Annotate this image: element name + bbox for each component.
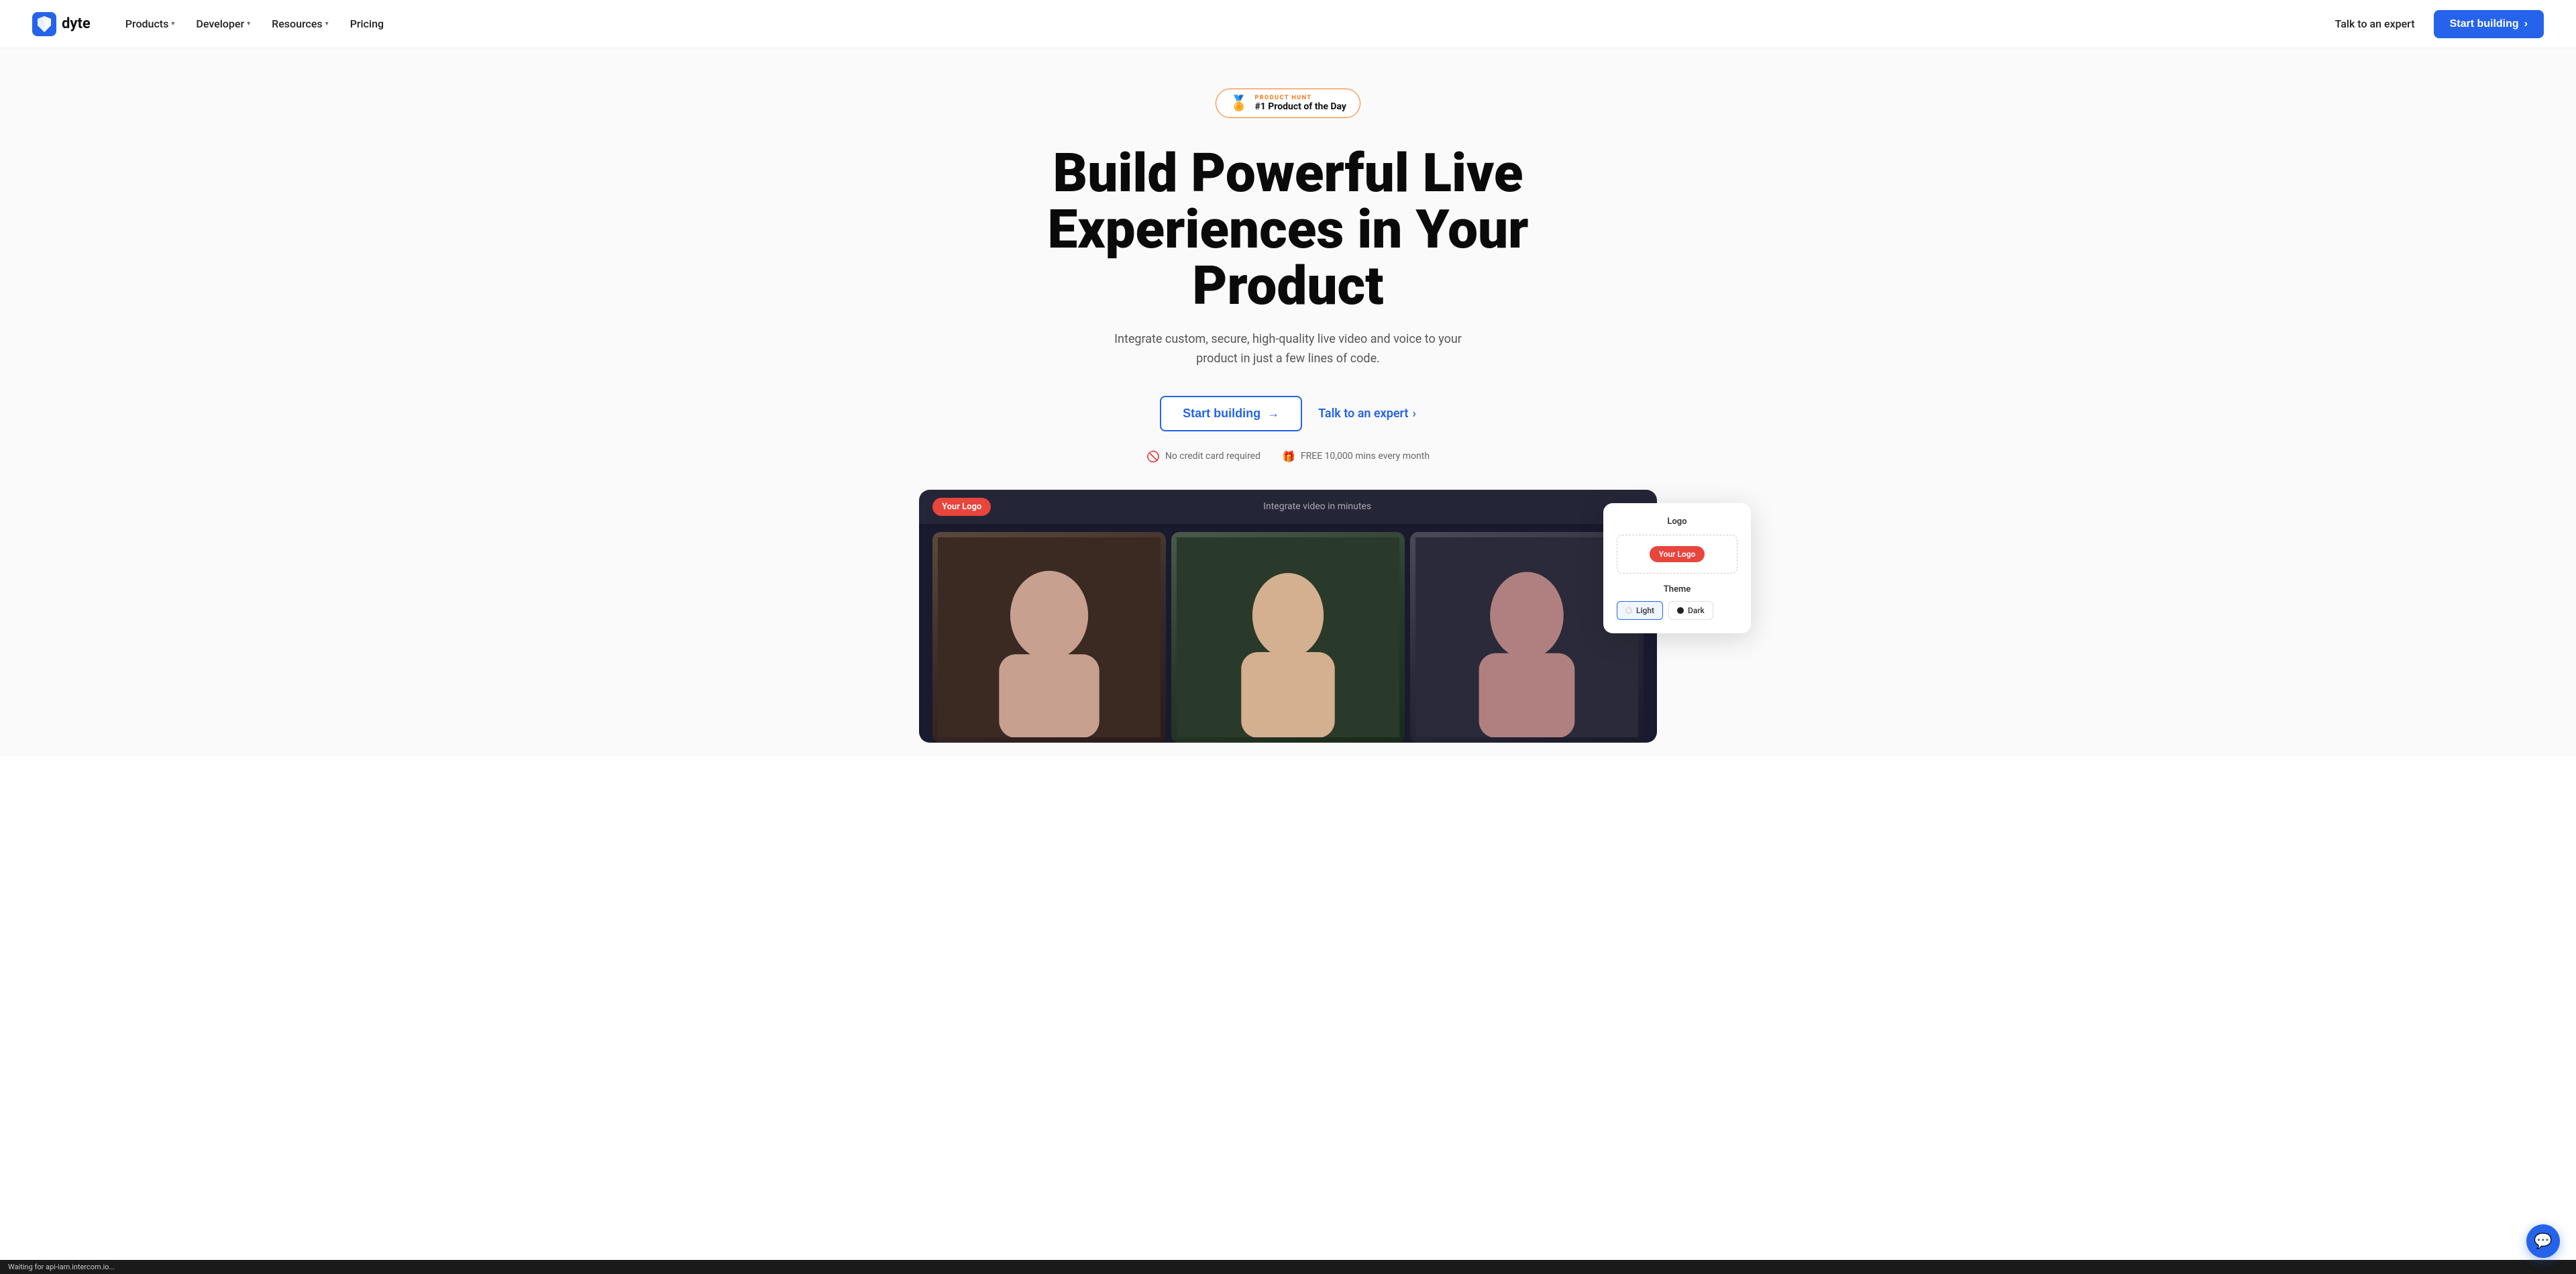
medal-icon: 🏅 <box>1230 95 1248 112</box>
customizer-logo-title: Logo <box>1617 517 1737 527</box>
hero-perks: 🚫 No credit card required 🎁 FREE 10,000 … <box>1146 450 1430 463</box>
video-grid <box>919 524 1657 743</box>
nav-item-pricing[interactable]: Pricing <box>342 12 392 36</box>
talk-to-expert-link[interactable]: Talk to an expert <box>2327 12 2423 36</box>
logo[interactable]: dyte <box>32 12 91 36</box>
nav-right: Talk to an expert Start building › <box>2327 10 2544 38</box>
customizer-theme-title: Theme <box>1617 584 1737 594</box>
start-building-button[interactable]: Start building › <box>2434 10 2544 38</box>
demo-logo-pill: Your Logo <box>932 498 991 516</box>
video-tile-2 <box>1171 532 1405 743</box>
theme-options: Light Dark <box>1617 601 1737 620</box>
hero-start-building-button[interactable]: Start building → <box>1160 396 1302 431</box>
chat-bubble-button[interactable]: 💬 <box>2526 1224 2560 1258</box>
nav-links: Products ▾ Developer ▾ Resources ▾ Prici… <box>117 12 392 36</box>
demo-center-text: Integrate video in minutes <box>1263 501 1371 512</box>
nav-item-resources[interactable]: Resources ▾ <box>264 12 337 36</box>
chevron-right-icon: › <box>1412 407 1415 421</box>
hero-title: Build Powerful Live Experiences in Your … <box>986 145 1590 314</box>
hero-subtitle: Integrate custom, secure, high-quality l… <box>1114 330 1462 369</box>
credit-card-icon: 🚫 <box>1146 450 1160 463</box>
logo-preview: Your Logo <box>1617 535 1737 574</box>
product-hunt-value: #1 Product of the Day <box>1254 101 1346 112</box>
perk-free-mins: 🎁 FREE 10,000 mins every month <box>1282 450 1430 463</box>
dark-dot <box>1677 607 1684 614</box>
video-tile-1 <box>932 532 1166 743</box>
product-hunt-badge: 🏅 PRODUCT HUNT #1 Product of the Day <box>1216 89 1360 118</box>
demo-top-bar: Your Logo Integrate video in minutes <box>919 490 1657 524</box>
logo-preview-pill: Your Logo <box>1650 546 1705 562</box>
arrow-right-icon: › <box>2524 18 2528 30</box>
hero-talk-to-expert-link[interactable]: Talk to an expert › <box>1318 407 1416 421</box>
nav-left: dyte Products ▾ Developer ▾ Resources ▾ … <box>32 12 392 36</box>
theme-option-dark[interactable]: Dark <box>1668 601 1713 620</box>
gift-icon: 🎁 <box>1282 450 1295 463</box>
nav-item-developer[interactable]: Developer ▾ <box>188 12 258 36</box>
product-hunt-label: PRODUCT HUNT <box>1254 95 1346 101</box>
chevron-down-icon: ▾ <box>325 20 329 28</box>
nav-item-products[interactable]: Products ▾ <box>117 12 183 36</box>
chat-icon: 💬 <box>2534 1233 2552 1250</box>
demo-video-card: Your Logo Integrate video in minutes <box>919 490 1657 743</box>
status-text: Waiting for api-iam.intercom.io... <box>8 1263 115 1271</box>
hero-section: 🏅 PRODUCT HUNT #1 Product of the Day Bui… <box>0 48 2576 756</box>
perk-no-credit-card: 🚫 No credit card required <box>1146 450 1260 463</box>
light-dot <box>1625 607 1632 614</box>
demo-section: Your Logo Integrate video in minutes <box>919 490 1657 743</box>
chevron-down-icon: ▾ <box>247 20 250 28</box>
hero-actions: Start building → Talk to an expert › <box>1160 396 1416 431</box>
theme-option-light[interactable]: Light <box>1617 601 1663 620</box>
status-bar: Waiting for api-iam.intercom.io... <box>0 1260 2576 1274</box>
customizer-panel: Logo Your Logo Theme Light Dark <box>1603 503 1751 633</box>
chevron-down-icon: ▾ <box>171 20 174 28</box>
arrow-right-icon: → <box>1267 407 1279 421</box>
logo-text: dyte <box>62 15 91 32</box>
navbar: dyte Products ▾ Developer ▾ Resources ▾ … <box>0 0 2576 48</box>
